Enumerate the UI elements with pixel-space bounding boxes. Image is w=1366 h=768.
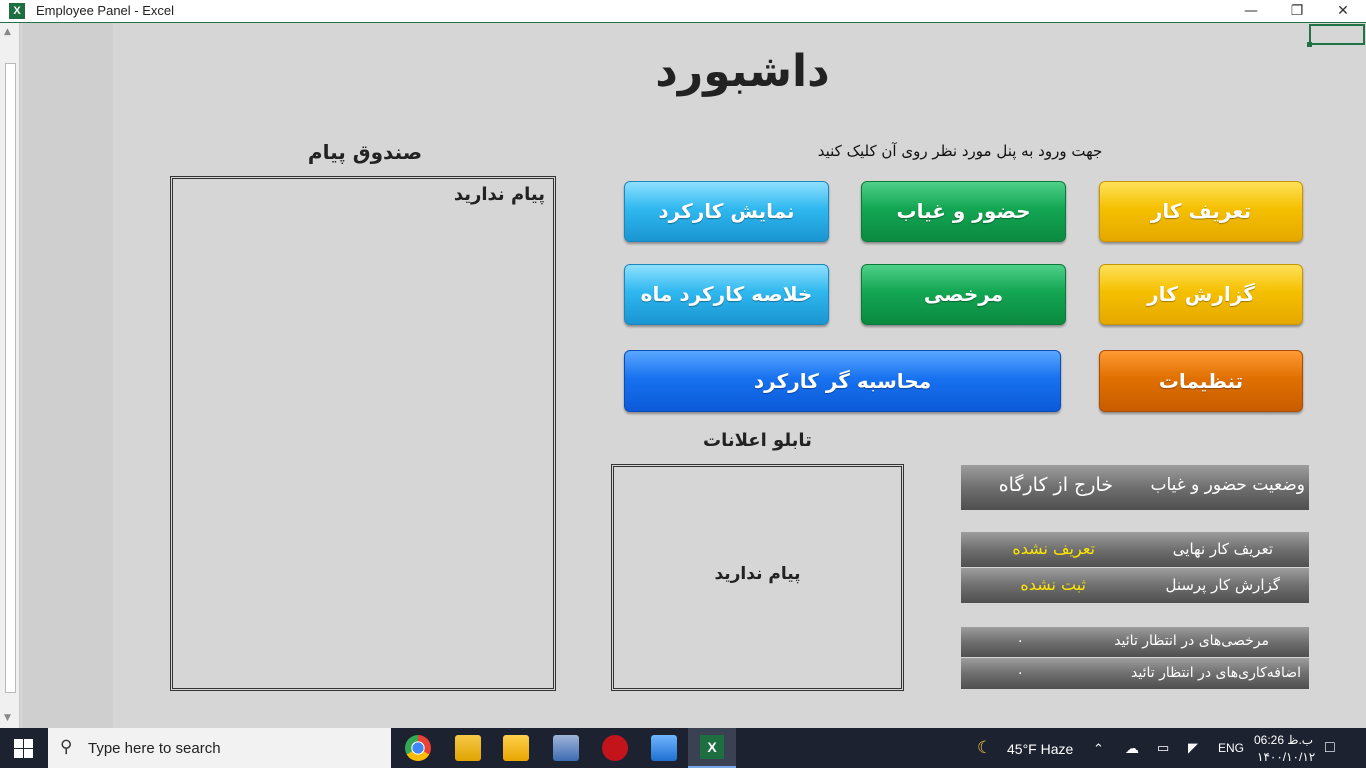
inbox-title: صندوق پیام [307,140,423,164]
weather-text[interactable]: 45°F Haze [1007,741,1073,757]
attendance-status-label: وضعیت حضور و غیاب [1150,475,1305,495]
noticeboard-message: پیام ندارید [714,564,801,584]
window-title: Employee Panel - Excel [36,3,175,18]
excel-taskbar-button[interactable]: X [688,728,736,768]
restore-icon[interactable]: ❐ [1274,0,1320,22]
battery-icon[interactable]: ▭ [1157,740,1169,756]
pending-leave-value: ۰ [1016,633,1024,649]
task-definition-button[interactable]: تعریف کار [1099,181,1303,242]
search-placeholder: Type here to search [88,740,221,757]
scroll-thumb[interactable] [5,63,16,693]
show-hidden-icons-icon[interactable]: ⌃ [1093,741,1104,757]
pending-leave-panel: مرخصی‌های در انتظار تائید ۰ [961,627,1309,657]
leave-button[interactable]: مرخصی [861,264,1066,325]
windows-start-icon[interactable] [14,739,34,759]
final-task-label: تعریف کار نهایی [1172,540,1273,558]
clock-time[interactable]: 06:26 ب.ظ [1254,733,1313,747]
settings-button[interactable]: تنظیمات [1099,350,1303,412]
inbox-message: پیام ندارید [453,184,545,205]
work-report-button[interactable]: گزارش کار [1099,264,1303,325]
red-app-icon[interactable] [602,735,628,761]
noticeboard-title: تابلو اعلانات [703,430,812,451]
notifications-icon[interactable]: □ [1325,739,1335,757]
work-display-button[interactable]: نمایش کارکرد [624,181,829,242]
chrome-icon[interactable] [405,735,431,761]
wifi-icon[interactable]: ◤ [1188,740,1198,756]
attendance-button[interactable]: حضور و غیاب [861,181,1066,242]
pending-overtime-label: اضافه‌کاری‌های در انتظار تائید [1131,665,1301,681]
pending-leave-label: مرخصی‌های در انتظار تائید [1114,633,1269,649]
personnel-report-label: گزارش کار پرسنل [1165,576,1280,594]
selected-cell[interactable] [1307,24,1365,47]
inbox-panel [170,176,556,691]
dashboard-heading: داشبورد [655,46,830,97]
monthly-summary-button[interactable]: خلاصه کارکرد ماه [624,264,829,325]
taskbar-search-box[interactable]: ⚲ Type here to search [48,728,391,768]
minimize-icon[interactable]: — [1228,0,1274,22]
photos-icon[interactable] [651,735,677,761]
scroll-up-icon[interactable]: ▲ [4,27,11,37]
search-icon: ⚲ [60,737,73,757]
folder-icon[interactable] [503,735,529,761]
attendance-status-value: خارج از کارگاه [998,474,1113,496]
language-indicator[interactable]: ENG [1218,741,1244,755]
sheet-left-margin [22,23,113,728]
excel-icon: X [700,735,724,759]
title-bar: X Employee Panel - Excel — ❐ ✕ [0,0,1366,23]
work-calculator-button[interactable]: محاسبه گر کارکرد [624,350,1061,412]
pending-overtime-panel: اضافه‌کاری‌های در انتظار تائید ۰ [961,658,1309,689]
attendance-status-panel: وضعیت حضور و غیاب خارج از کارگاه [961,465,1309,510]
vertical-scrollbar[interactable]: ▲ ▼ [0,23,20,728]
dashboard-instruction: جهت ورود به پنل مورد نظر روی آن کلیک کنی… [817,142,1103,160]
excel-app-icon: X [9,3,25,19]
personnel-report-value: ثبت نشده [1020,575,1086,594]
personnel-report-panel: گزارش کار پرسنل ثبت نشده [961,568,1309,603]
onedrive-icon[interactable]: ☁ [1125,740,1139,757]
file-explorer-icon[interactable] [455,735,481,761]
final-task-value: تعریف نشده [1012,539,1095,558]
scroll-down-icon[interactable]: ▼ [4,713,11,723]
pending-overtime-value: ۰ [1016,665,1024,681]
clock-date[interactable]: ۱۴۰۰/۱۰/۱۲ [1257,750,1315,764]
network-app-icon[interactable] [553,735,579,761]
final-task-panel: تعریف کار نهایی تعریف نشده [961,532,1309,567]
weather-icon: ☾ [977,738,993,757]
close-icon[interactable]: ✕ [1320,0,1366,22]
